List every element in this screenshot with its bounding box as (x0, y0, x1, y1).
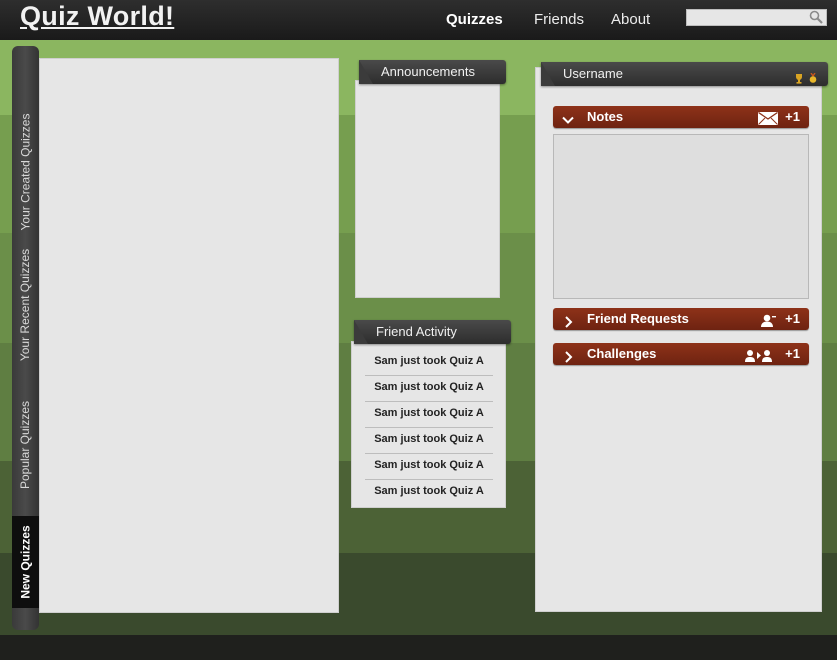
challenges-toggle[interactable]: Challenges +1 (553, 343, 809, 365)
friend-requests-count: +1 (785, 311, 800, 326)
announcements-panel (355, 80, 500, 298)
tab-your-created-quizzes[interactable]: Your Created Quizzes (12, 82, 39, 262)
search-input[interactable] (687, 12, 803, 28)
activity-item[interactable]: Sam just took Quiz A (365, 480, 493, 506)
friend-activity-list: Sam just took Quiz A Sam just took Quiz … (365, 350, 493, 506)
trophy-icon (794, 68, 804, 92)
nav-quizzes[interactable]: Quizzes (446, 11, 503, 28)
activity-item[interactable]: Sam just took Quiz A (365, 350, 493, 376)
notes-content[interactable] (553, 134, 809, 299)
announcements-title: Announcements (381, 64, 475, 79)
friend-requests-toggle[interactable]: Friend Requests +1 (553, 308, 809, 330)
tab-label: New Quizzes (18, 525, 33, 599)
activity-item[interactable]: Sam just took Quiz A (365, 376, 493, 402)
tab-new-quizzes[interactable]: New Quizzes (12, 516, 39, 608)
username-label[interactable]: Username (563, 66, 623, 81)
tab-label: Your Recent Quizzes (18, 248, 33, 362)
challenges-label: Challenges (587, 346, 657, 361)
versus-icon (745, 347, 775, 369)
quiz-list-panel (39, 58, 339, 613)
person-icon (760, 312, 776, 334)
challenges-count: +1 (785, 346, 800, 361)
notes-label: Notes (587, 109, 624, 124)
notes-count: +1 (785, 109, 800, 124)
friend-activity-title: Friend Activity (376, 324, 457, 339)
site-logo[interactable]: Quiz World! (20, 1, 174, 32)
chevron-right-icon (562, 313, 574, 335)
search-box (686, 9, 827, 29)
badge-icons (794, 68, 818, 92)
nav-about[interactable]: About (611, 11, 650, 28)
quiz-tab-strip: Your Created Quizzes Your Recent Quizzes… (12, 46, 49, 630)
magnifier-icon[interactable] (809, 10, 823, 29)
activity-item[interactable]: Sam just took Quiz A (365, 454, 493, 480)
medal-icon (808, 68, 818, 92)
activity-item[interactable]: Sam just took Quiz A (365, 428, 493, 454)
chevron-down-icon (562, 111, 574, 133)
announcements-header: Announcements (359, 60, 506, 84)
friend-requests-label: Friend Requests (587, 311, 689, 326)
activity-item[interactable]: Sam just took Quiz A (365, 402, 493, 428)
tab-popular-quizzes[interactable]: Popular Quizzes (12, 394, 39, 496)
user-header: Username (541, 62, 828, 86)
envelope-icon (758, 110, 778, 132)
nav-friends[interactable]: Friends (534, 11, 584, 28)
friend-activity-header: Friend Activity (354, 320, 511, 344)
footer-bar (0, 635, 837, 660)
chevron-right-icon (562, 348, 574, 370)
tab-label: Popular Quizzes (18, 400, 33, 490)
tab-label: Your Created Quizzes (18, 113, 33, 231)
top-bar: Quiz World! Quizzes Friends About (0, 0, 837, 40)
notes-toggle[interactable]: Notes +1 (553, 106, 809, 128)
tab-your-recent-quizzes[interactable]: Your Recent Quizzes (12, 240, 39, 370)
